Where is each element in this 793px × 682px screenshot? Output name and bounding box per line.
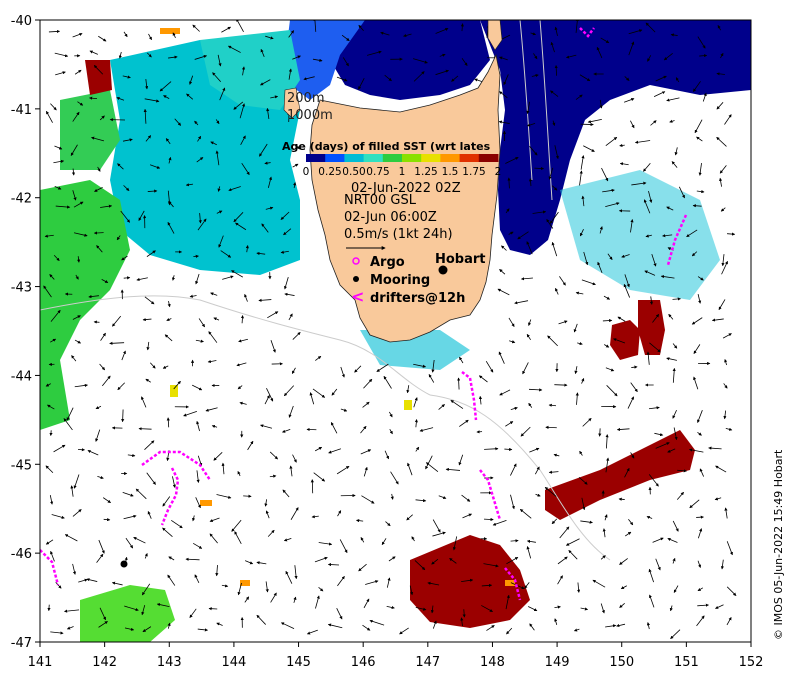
y-tick-label: -41 [11, 103, 32, 118]
current-product-label: NRT00 GSL [344, 193, 417, 208]
x-tick-label: 150 [609, 655, 634, 670]
arrow-scale-label: 0.5m/s (1kt 24h) [344, 227, 453, 242]
current-vector-arrow [534, 168, 543, 169]
map-plot-area [40, 18, 751, 642]
current-vector-arrow [193, 256, 198, 257]
y-tick-label: -44 [11, 369, 32, 384]
current-vector-arrow [673, 299, 681, 300]
y-tick-label: -40 [11, 14, 32, 29]
y-tick-label: -45 [11, 458, 32, 473]
x-tick-label: 144 [221, 655, 246, 670]
colorbar-tick-label: 1.25 [414, 166, 437, 178]
x-tick-label: 148 [480, 655, 505, 670]
x-tick-label: 141 [28, 655, 53, 670]
colorbar-swatch [402, 154, 422, 162]
mooring-marker [121, 561, 128, 568]
colorbar-tick-label: 2 [495, 166, 502, 178]
colorbar-swatch [325, 154, 345, 162]
y-tick-label: -42 [11, 192, 32, 207]
x-tick-label: 151 [674, 655, 699, 670]
colorbar-swatch [344, 154, 364, 162]
colorbar-swatch [440, 154, 460, 162]
hobart-label: Hobart [435, 252, 486, 267]
colorbar-title: Age (days) of filled SST (wrt lates [282, 140, 491, 153]
age-onehalf-speck [160, 28, 180, 34]
drifter-legend-label: drifters@12h [370, 291, 465, 306]
y-tick-label: -47 [11, 636, 32, 651]
colorbar-tick-label: 1.5 [442, 166, 459, 178]
mooring-legend-label: Mooring [370, 273, 430, 288]
age-onehalf-speck [505, 580, 515, 586]
colorbar-tick-label: 1.75 [462, 166, 485, 178]
current-vector-arrow [242, 316, 243, 324]
colorbar [306, 154, 499, 162]
colorbar-swatch [479, 154, 499, 162]
current-vector-arrow [123, 409, 124, 421]
y-axis: -40 -41 -42 -43 -44 -45 -46 -47 [11, 14, 40, 651]
current-vector-arrow [328, 564, 339, 565]
depth-200-label: 200m [287, 91, 324, 106]
colorbar-tick-label: 1 [399, 166, 406, 178]
y-tick-label: -43 [11, 281, 32, 296]
x-tick-label: 149 [545, 655, 570, 670]
age-one-speck [404, 400, 412, 410]
colorbar-swatch [383, 154, 403, 162]
current-vector-arrow [139, 429, 152, 430]
drifter-legend-icon: < [351, 287, 364, 306]
colorbar-tick-label: 0.75 [366, 166, 389, 178]
x-axis: 141 142 143 144 145 146 147 148 149 150 151 152 [28, 642, 764, 670]
x-tick-label: 146 [351, 655, 376, 670]
argo-legend-label: Argo [370, 255, 405, 270]
colorbar-swatch [364, 154, 384, 162]
sst-map: 200m 1000m Age (days) of filled SST (wrt… [0, 0, 793, 678]
current-vector-arrow [603, 320, 612, 321]
colorbar-tick-labels: 0 0.250.500.75 1 1.25 1.51.75 2 [303, 166, 502, 178]
colorbar-swatch [421, 154, 441, 162]
x-tick-label: 147 [415, 655, 440, 670]
mooring-legend-icon [353, 276, 359, 282]
colorbar-tick-label: 0.50 [342, 166, 365, 178]
current-vector-arrow [104, 519, 110, 520]
credit-label: © IMOS 05-Jun-2022 15:49 Hobart [772, 449, 785, 640]
x-tick-label: 142 [92, 655, 117, 670]
current-time-label: 02-Jun 06:00Z [344, 210, 437, 225]
current-vector-arrow [600, 428, 601, 436]
colorbar-swatch [460, 154, 480, 162]
colorbar-tick-label: 0 [303, 166, 310, 178]
depth-1000-label: 1000m [287, 108, 333, 123]
age-onehalf-speck [200, 500, 212, 506]
age-one-speck [170, 385, 178, 397]
colorbar-swatch [306, 154, 326, 162]
y-tick-label: -46 [11, 547, 32, 562]
colorbar-tick-label: 0.25 [318, 166, 341, 178]
x-tick-label: 145 [286, 655, 311, 670]
x-tick-label: 143 [157, 655, 182, 670]
x-tick-label: 152 [739, 655, 764, 670]
current-vector-arrow [459, 378, 460, 389]
